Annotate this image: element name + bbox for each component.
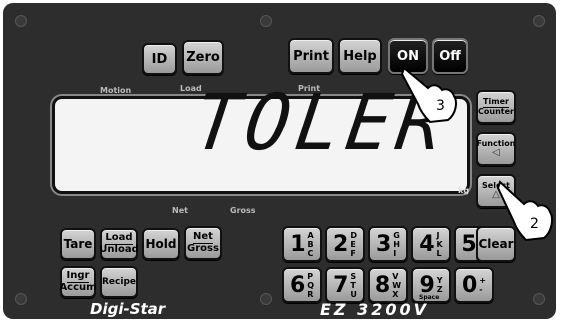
key-letters: YZ bbox=[437, 276, 443, 294]
keypad-key-5[interactable]: 6PQR bbox=[282, 267, 322, 303]
motion-indicator-label: Motion bbox=[100, 86, 132, 95]
screw bbox=[260, 15, 272, 27]
key-digit: 4 bbox=[419, 231, 435, 257]
screw bbox=[15, 15, 27, 27]
key-digit: 7 bbox=[333, 272, 349, 298]
key-letters: GHI bbox=[393, 231, 400, 258]
key-letter: E bbox=[350, 239, 356, 249]
key-letters: STU bbox=[350, 272, 357, 299]
brand-logo-text: Digi-Star bbox=[90, 300, 166, 318]
pointing-hand-icon: 2 bbox=[496, 180, 553, 242]
key-letters: + - bbox=[479, 276, 486, 294]
unload-label: Unload bbox=[99, 244, 139, 255]
callout-3: 3 bbox=[436, 98, 445, 114]
key-letter: + bbox=[479, 276, 486, 285]
key-letter: G bbox=[393, 230, 400, 240]
key-letter: A bbox=[307, 230, 314, 240]
key-letter: F bbox=[350, 248, 356, 258]
key-letter: Z bbox=[436, 285, 443, 294]
key-digit: 6 bbox=[289, 272, 306, 298]
screw bbox=[533, 293, 545, 305]
key-letter: B bbox=[307, 239, 314, 249]
ingr-accum-button[interactable]: Ingr Accum bbox=[59, 266, 97, 298]
callout-2: 2 bbox=[530, 216, 539, 232]
print-button[interactable]: Print bbox=[288, 38, 334, 74]
screw bbox=[533, 15, 545, 27]
keypad-key-6[interactable]: 7STU bbox=[325, 267, 365, 303]
zero-button[interactable]: Zero bbox=[182, 40, 224, 75]
keypad-key-8[interactable]: 9 Y Z Space bbox=[411, 267, 451, 303]
key-digit: 5 bbox=[461, 231, 477, 257]
key-digit: 8 bbox=[374, 272, 391, 298]
gross-indicator-label: Gross bbox=[230, 206, 256, 215]
key-digit: 0 bbox=[461, 272, 478, 298]
pointing-hand-icon: 3 bbox=[400, 66, 457, 124]
keypad-key-2[interactable]: 3GHI bbox=[368, 226, 408, 262]
help-button[interactable]: Help bbox=[338, 38, 382, 74]
key-letters: VWX bbox=[392, 272, 401, 299]
kg-unit-label: kg bbox=[458, 186, 470, 195]
net-indicator-label: Net bbox=[172, 206, 188, 215]
keypad-key-3[interactable]: 4JKL bbox=[411, 226, 451, 262]
key-letter: V bbox=[392, 271, 399, 281]
key-letter: U bbox=[350, 289, 357, 299]
gross-label: Gross bbox=[187, 243, 219, 254]
tare-button[interactable]: Tare bbox=[60, 228, 96, 260]
screw bbox=[15, 293, 27, 305]
key-letters: PQR bbox=[307, 272, 314, 299]
timer-counter-button[interactable]: Timer Counter bbox=[476, 90, 516, 124]
recipe-button[interactable]: Recipe bbox=[100, 266, 138, 298]
key-letter: L bbox=[436, 248, 442, 258]
hold-button[interactable]: Hold bbox=[142, 228, 180, 260]
key-letter: S bbox=[350, 271, 357, 281]
accum-label: Accum bbox=[59, 282, 97, 293]
key-digit: 1 bbox=[290, 231, 306, 257]
key-letter: - bbox=[479, 285, 483, 294]
key-digit: 2 bbox=[333, 231, 349, 257]
keypad-key-7[interactable]: 8VWX bbox=[368, 267, 408, 303]
load-unload-button[interactable]: Load Unload bbox=[99, 228, 139, 260]
net-gross-button[interactable]: Net Gross bbox=[184, 226, 222, 260]
key-letters: ABC bbox=[308, 231, 314, 258]
key-letter: R bbox=[307, 289, 314, 299]
key-letter: I bbox=[393, 248, 397, 258]
key-letter: C bbox=[307, 248, 314, 258]
left-arrow-icon: ◁ bbox=[492, 147, 500, 158]
key-letter: K bbox=[436, 239, 443, 249]
key-letter: J bbox=[436, 230, 440, 240]
keypad-key-9[interactable]: 0 + - bbox=[454, 267, 494, 303]
function-button[interactable]: Function ◁ bbox=[476, 132, 516, 166]
keypad-key-1[interactable]: 2DEF bbox=[325, 226, 365, 262]
model-label: EZ 3200V bbox=[320, 300, 430, 319]
key-letter: X bbox=[392, 289, 399, 299]
key-letters: DEF bbox=[350, 231, 357, 258]
key-letter: P bbox=[307, 271, 314, 281]
keypad-key-0[interactable]: 1ABC bbox=[282, 226, 322, 262]
key-digit: 3 bbox=[375, 231, 392, 257]
screw bbox=[260, 293, 272, 305]
key-letter: D bbox=[350, 230, 357, 240]
id-button[interactable]: ID bbox=[142, 43, 177, 75]
counter-label: Counter bbox=[478, 107, 514, 116]
key-letter: Q bbox=[307, 280, 315, 290]
key-letter: H bbox=[393, 239, 400, 249]
key-letter: T bbox=[350, 280, 356, 290]
key-letter: W bbox=[392, 280, 402, 290]
key-letter: Y bbox=[436, 276, 443, 285]
key-letters: JKL bbox=[437, 231, 443, 258]
